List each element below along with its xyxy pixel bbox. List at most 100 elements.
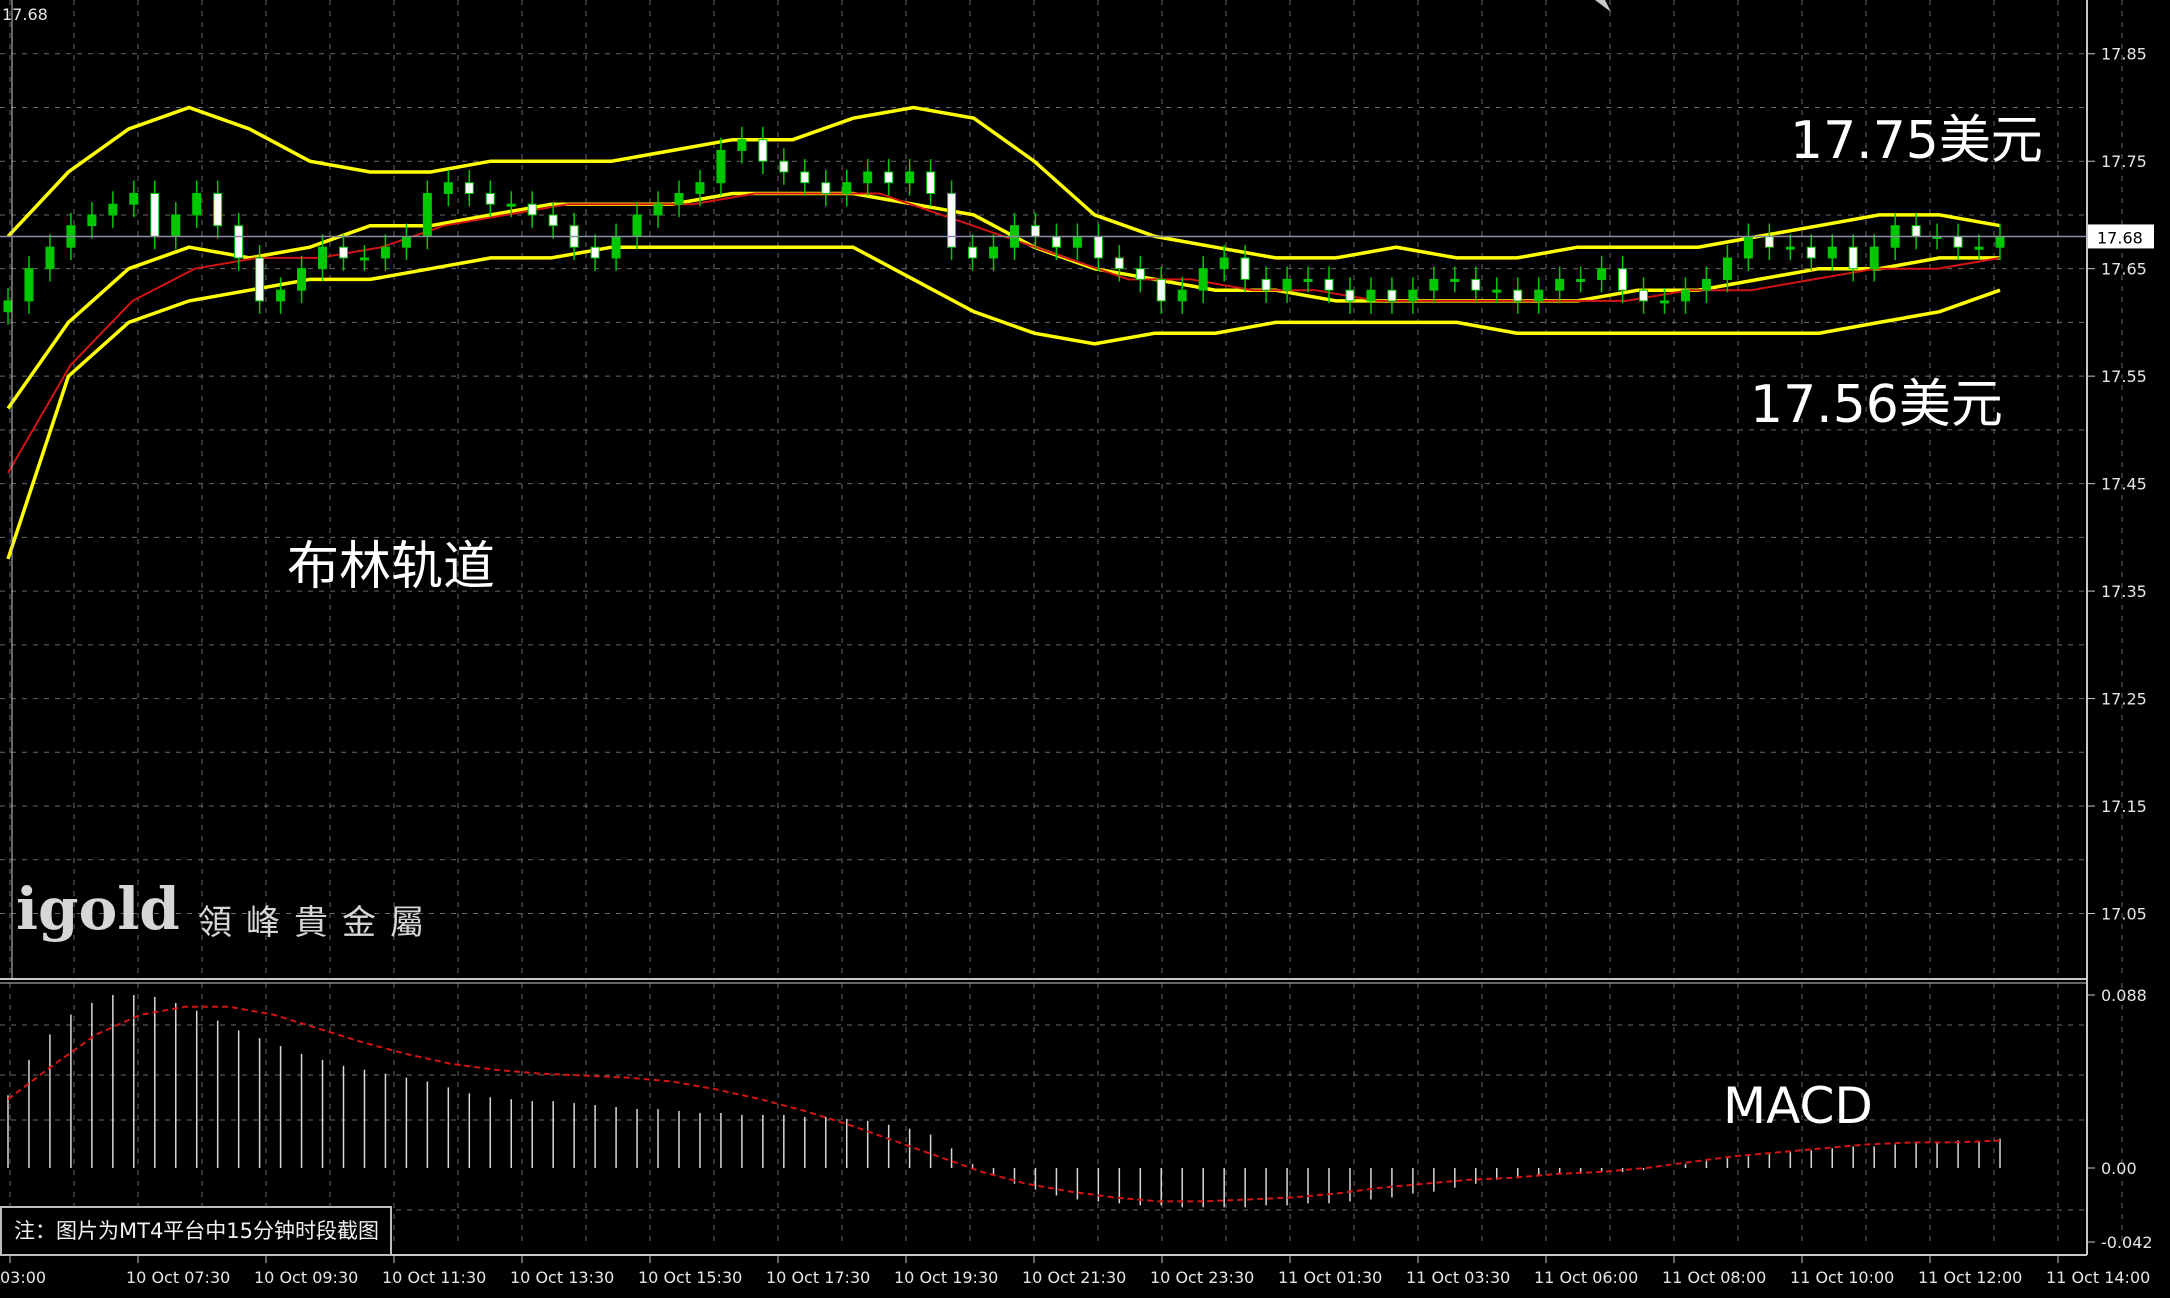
candle-body [1072,235,1082,248]
candle-body [1869,246,1879,270]
candle-body [590,246,600,259]
candle-body [464,182,474,194]
candle-body [1555,278,1565,291]
price-low-annotation: 17.56美元 [1750,375,2003,435]
x-tick-label: 10 Oct 13:30 [510,1268,614,1287]
candle-body [1387,289,1397,302]
x-tick-label: 10 Oct 19:30 [894,1268,998,1287]
candle-body [947,192,957,248]
candle-body [527,203,537,216]
candle-body [737,139,747,151]
y-tick-label: 17.05 [2101,905,2147,924]
candle-body [1471,278,1481,291]
x-tick-label: 10 Oct 11:30 [382,1268,486,1287]
candle-body [611,235,621,259]
x-tick-label: 11 Oct 06:00 [1534,1268,1638,1287]
candle-body [1743,235,1753,259]
current-price-label: 17.68 [2097,228,2143,247]
candle-body [338,246,348,259]
candle-body [276,289,286,302]
candle-body [1597,268,1607,280]
x-tick-label: 11 Oct 03:30 [1406,1268,1510,1287]
candle-body [1785,246,1795,250]
top-left-price-label: 17.68 [2,5,48,24]
candle-body [1177,289,1187,302]
bollinger-label: 布林轨道 [287,537,495,597]
candle-body [45,246,55,270]
candle-body [1806,246,1816,259]
candle-body [779,160,789,173]
candle-body [443,182,453,194]
y-tick-label: 0.00 [2101,1159,2137,1178]
candle-body [842,182,852,194]
candle-body [674,192,684,205]
candle-body [1345,289,1355,302]
candle-body [758,139,768,162]
y-tick-label: 17.85 [2101,45,2147,64]
candle-body [192,192,202,216]
x-tick-label: 11 Oct 14:00 [2046,1268,2150,1287]
candle-body [1534,289,1544,302]
note-text: 注：图片为MT4平台中15分钟时段截图 [14,1219,380,1243]
x-tick-label: 11 Oct 10:00 [1790,1268,1894,1287]
candle-body [821,182,831,194]
y-tick-label: 17.25 [2101,690,2147,709]
price-high-annotation: 17.75美元 [1790,111,2043,171]
candle-body [1639,289,1649,302]
x-tick-label: 10 Oct 21:30 [1022,1268,1126,1287]
candle-body [716,149,726,184]
candle-body [1198,268,1208,291]
x-tick-label: 10 Oct 23:30 [1150,1268,1254,1287]
candle-body [318,246,328,270]
y-tick-label: 0.088 [2101,986,2147,1005]
x-tick-label: 10 Oct 17:30 [766,1268,870,1287]
candle-body [255,257,265,302]
x-tick-label: 10 Oct 09:30 [254,1268,358,1287]
candle-body [506,203,516,207]
candle-body [1618,268,1628,291]
candle-body [1219,257,1229,270]
candle-body [1324,278,1334,291]
candle-body [968,246,978,259]
candle-body [129,192,139,205]
candle-body [1764,235,1774,248]
y-tick-label: 17.75 [2101,152,2147,171]
candle-body [1303,278,1313,282]
candle-body [213,192,223,227]
x-tick-label: 11 Oct 12:00 [1918,1268,2022,1287]
x-tick-label: 10 Oct 07:30 [126,1268,230,1287]
candle-body [1114,257,1124,270]
candle-body [1135,268,1145,280]
candle-body [108,203,118,216]
candle-body [1282,278,1292,291]
candle-body [24,268,34,302]
candle-body [1995,235,2005,248]
y-tick-label: 17.65 [2101,260,2147,279]
y-tick-label: 17.45 [2101,475,2147,494]
candle-body [800,171,810,184]
candle-body [1974,246,1984,250]
candle-body [1156,278,1166,302]
candle-body [1261,278,1271,291]
y-tick-label: 17.15 [2101,797,2147,816]
candle-body [1911,225,1921,237]
candle-body [1429,278,1439,291]
candle-body [884,171,894,184]
y-tick-label: 17.55 [2101,367,2147,386]
logo-cn: 領峰貴金屬 [198,903,438,943]
candle-body [1660,300,1670,304]
note-box: 注：图片为MT4平台中15分钟时段截图 [0,1206,392,1256]
candle-body [695,182,705,194]
candle-body [1953,235,1963,248]
macd-label: MACD [1723,1077,1873,1135]
candle-body [1680,289,1690,302]
candle-body [422,192,432,237]
x-tick-label: 10 Oct 15:30 [638,1268,742,1287]
candle-body [653,203,663,216]
x-tick-label: 03:00 [0,1268,46,1287]
candle-body [1408,289,1418,302]
candle-body [380,246,390,259]
candle-body [401,235,411,248]
candle-body [3,300,13,313]
x-tick-label: 11 Oct 01:30 [1278,1268,1382,1287]
